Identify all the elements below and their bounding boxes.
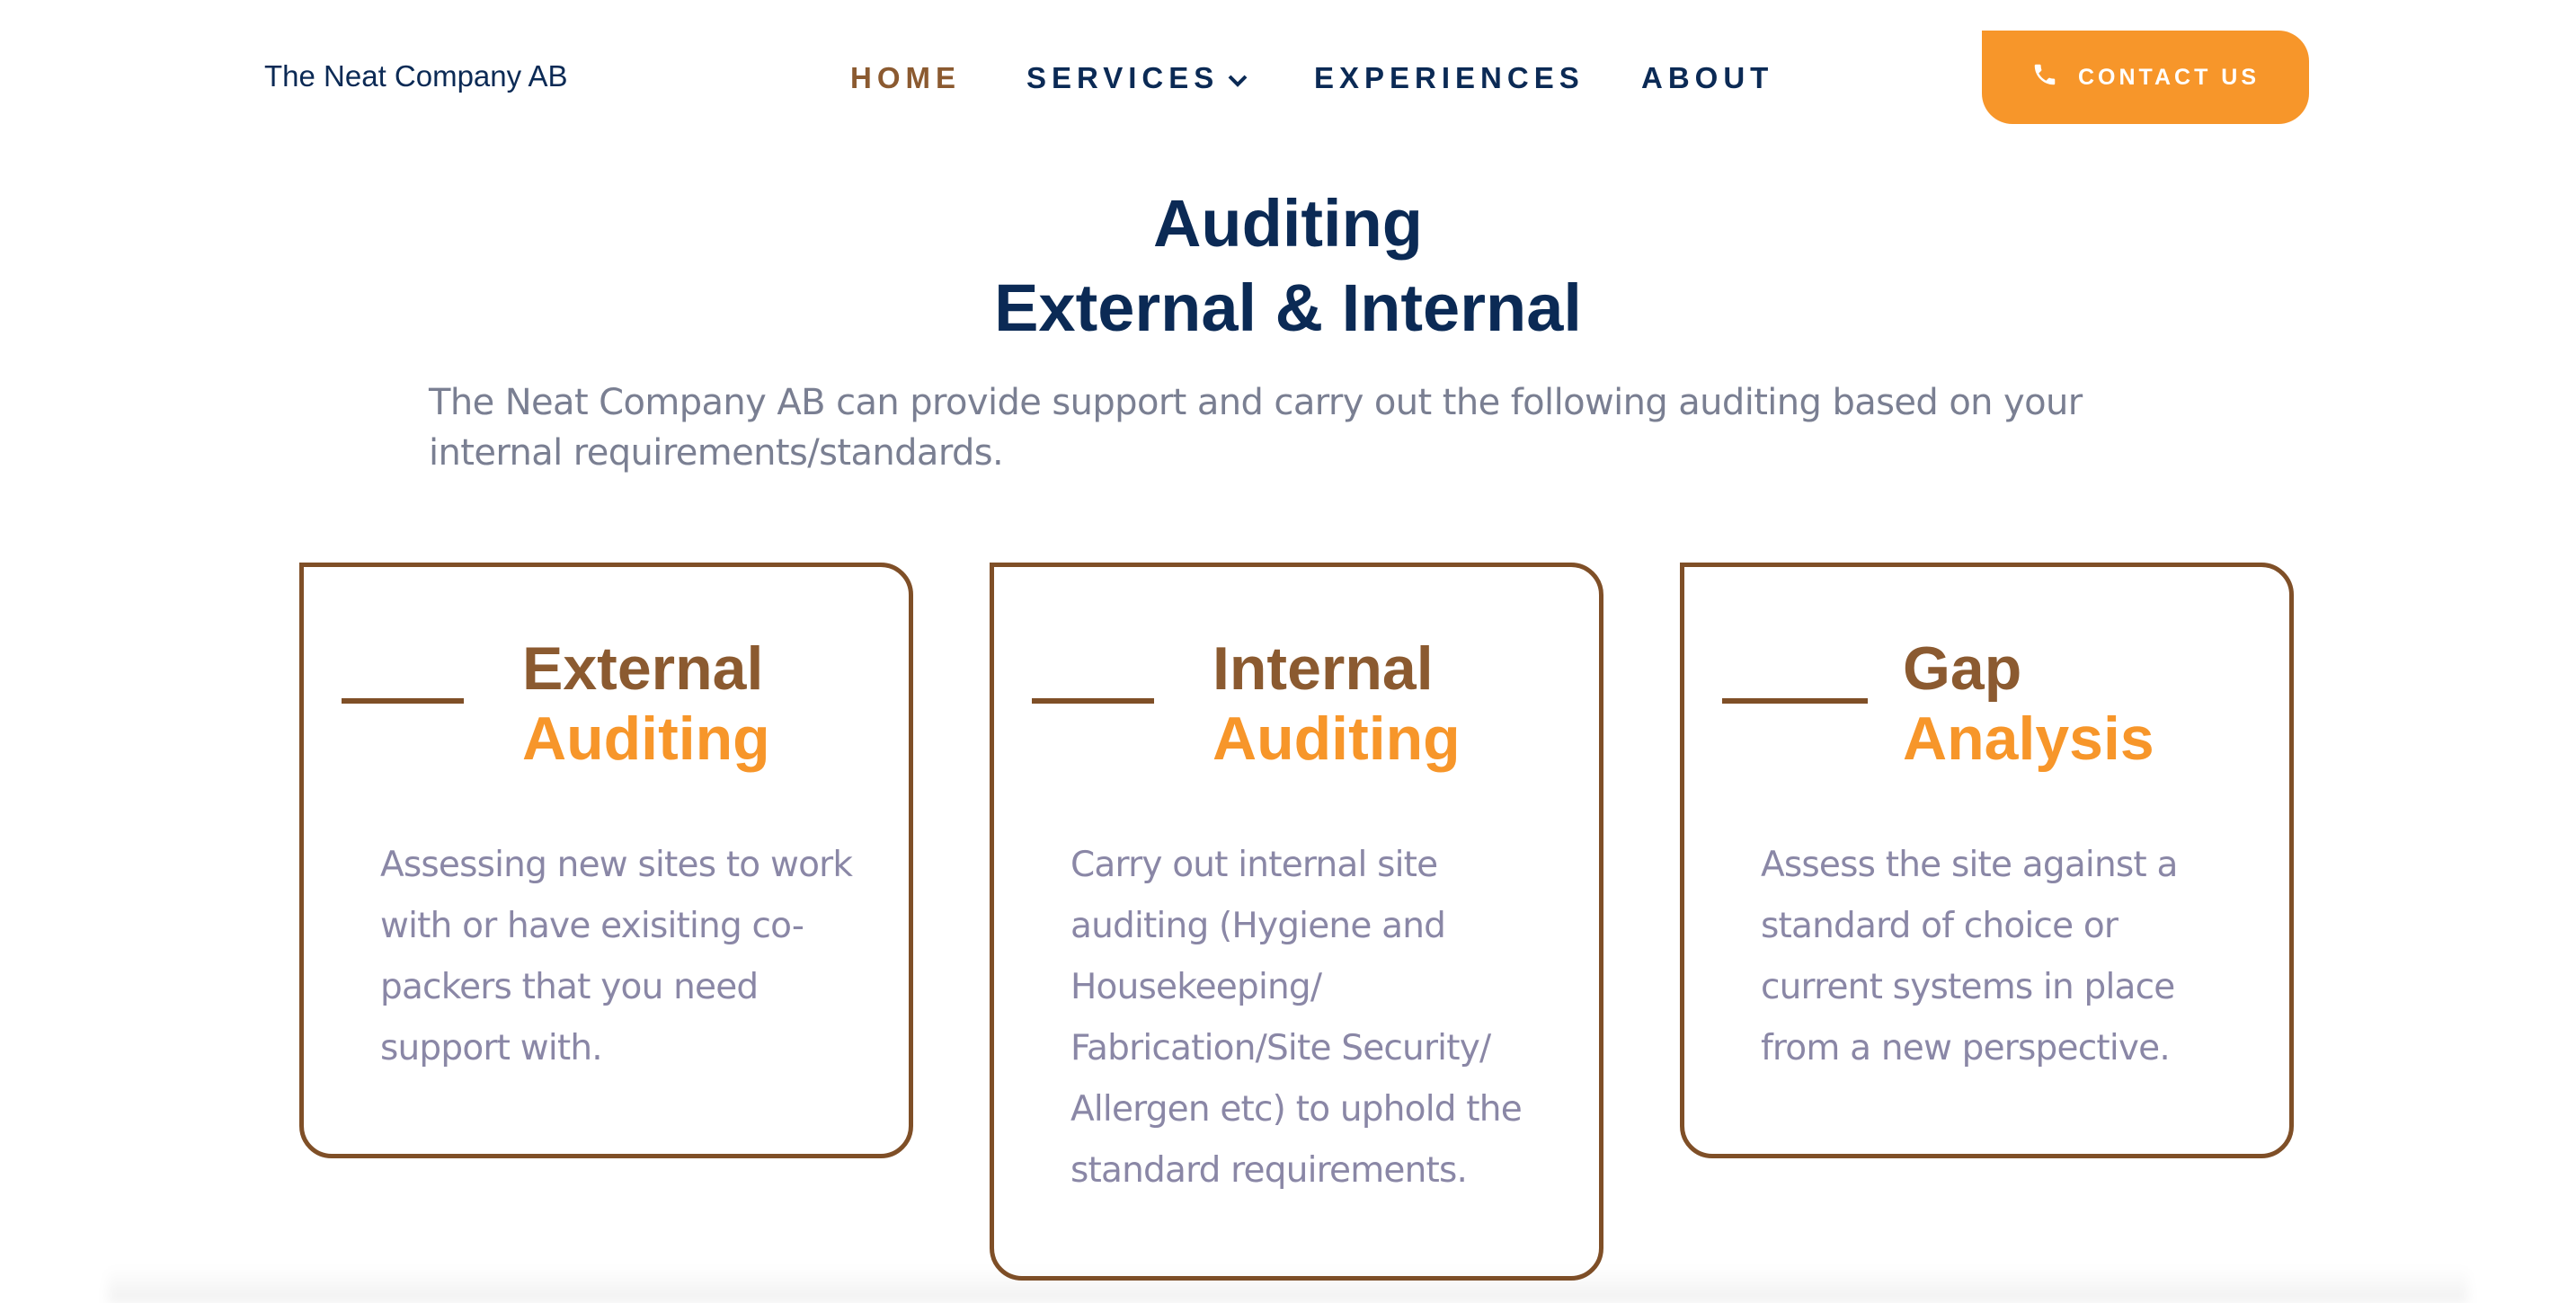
card-heading: External Auditing — [522, 634, 770, 774]
card-heading-line1: Internal — [1212, 634, 1434, 703]
nav-home[interactable]: HOME — [850, 61, 961, 95]
section-bottom-shadow — [108, 1267, 2468, 1303]
page-title-line2: External & Internal — [994, 270, 1582, 345]
chevron-down-icon — [1228, 61, 1248, 95]
nav-services-label: SERVICES — [1026, 61, 1220, 94]
intro-paragraph: The Neat Company AB can provide support … — [429, 382, 2083, 474]
nav-about[interactable]: ABOUT — [1641, 61, 1773, 95]
page-title-line1: Auditing — [1152, 186, 1423, 261]
contact-us-label: CONTACT US — [2077, 64, 2261, 90]
card-gap-analysis: Gap Analysis Assess the site against a s… — [1680, 563, 2294, 1158]
card-heading-line2: Auditing — [1212, 705, 1461, 773]
card-description: Carry out internal site auditing (Hygien… — [1070, 845, 1523, 1191]
card-heading-line2: Analysis — [1903, 705, 2154, 773]
card-dash-divider — [1722, 698, 1868, 704]
card-heading: Internal Auditing — [1212, 634, 1461, 774]
contact-us-button[interactable]: CONTACT US — [1982, 31, 2309, 124]
card-heading: Gap Analysis — [1903, 634, 2154, 774]
card-description: Assess the site against a standard of ch… — [1761, 845, 2178, 1068]
nav-experiences[interactable]: EXPERIENCES — [1314, 61, 1585, 95]
card-heading-line1: External — [522, 634, 764, 703]
card-external-auditing: External Auditing Assessing new sites to… — [299, 563, 913, 1158]
card-heading-line1: Gap — [1903, 634, 2022, 703]
card-internal-auditing: Internal Auditing Carry out internal sit… — [990, 563, 1603, 1281]
card-dash-divider — [1032, 698, 1154, 704]
card-dash-divider — [342, 698, 464, 704]
phone-icon — [2031, 61, 2058, 94]
card-heading-line2: Auditing — [522, 705, 770, 773]
card-description: Assessing new sites to work with or have… — [380, 845, 853, 1068]
nav-services[interactable]: SERVICES — [1026, 61, 1248, 95]
site-logo[interactable]: The Neat Company AB — [264, 59, 568, 93]
